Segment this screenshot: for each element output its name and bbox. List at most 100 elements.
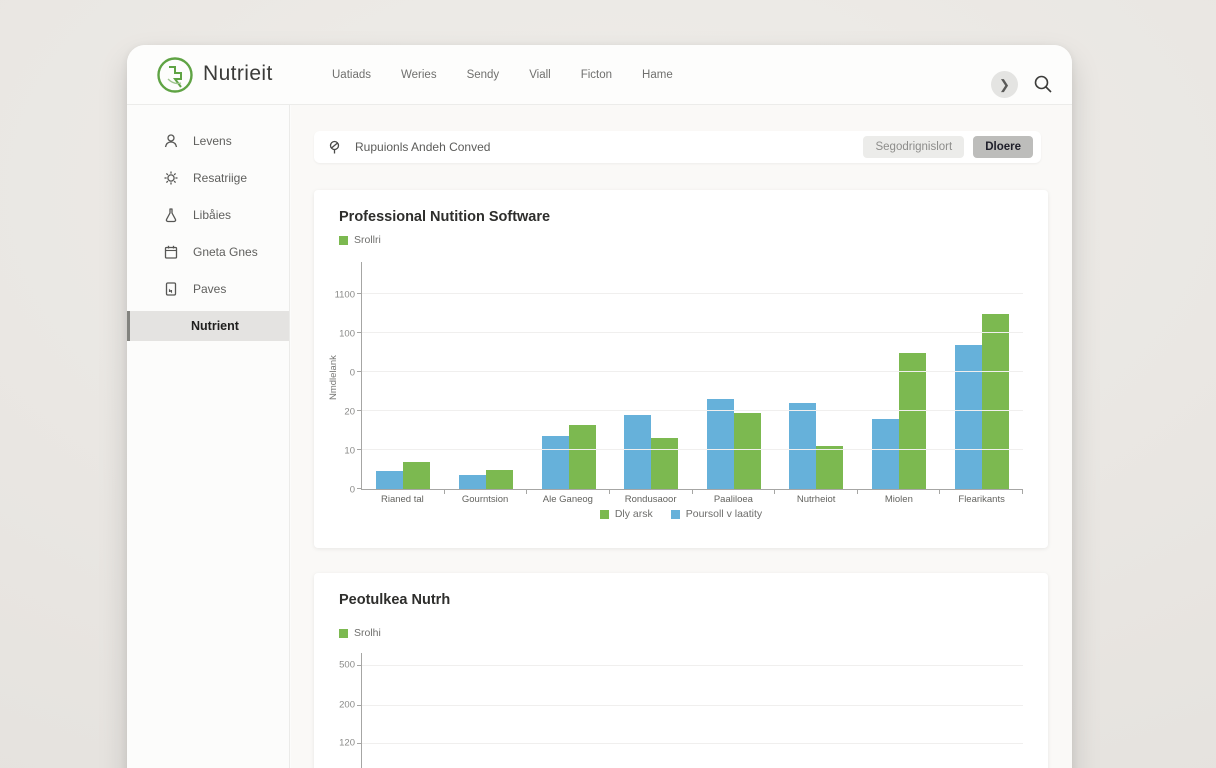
chart1-plot-area: 0102001001100 <box>361 262 1023 490</box>
calendar-icon <box>163 244 179 260</box>
x-tick-label: Nutrheiot <box>775 494 858 505</box>
bar-dly-arsk <box>816 446 843 489</box>
y-tick-mark <box>357 410 361 411</box>
nav-item-weries[interactable]: Weries <box>401 69 437 81</box>
y-tick-label: 20 <box>315 407 355 418</box>
chart1-legend-top: Srollri <box>339 234 381 246</box>
nav-item-uatiads[interactable]: Uatiads <box>332 69 371 81</box>
brand-name: Nutrieit <box>203 62 273 86</box>
sidebar-item-gneta-gnes[interactable]: Gneta Gnes <box>127 233 289 270</box>
legend-label: Dly arsk <box>615 508 653 520</box>
gridline <box>362 293 1023 294</box>
notification-secondary-button[interactable]: Segodrignislort <box>863 136 964 158</box>
gridline <box>362 665 1023 666</box>
chart2-legend-top: Srolhi <box>339 627 381 639</box>
sidebar-item-label: Levens <box>193 134 232 148</box>
gridline <box>362 332 1023 333</box>
legend-label: Srolhi <box>354 627 381 639</box>
y-tick-label: 0 <box>315 368 355 379</box>
y-tick-label: 120 <box>315 738 355 749</box>
bar-dly-arsk <box>403 462 430 489</box>
sidebar-item-resatriige[interactable]: Resatriige <box>127 159 289 196</box>
y-tick-mark <box>357 293 361 294</box>
gridline <box>362 449 1023 450</box>
chart1-title: Professional Nutition Software <box>339 209 550 225</box>
nav-item-viall[interactable]: Viall <box>529 69 551 81</box>
chart1-bars <box>362 262 1023 489</box>
header-nav: Uatiads Weries Sendy Viall Ficton Hame <box>332 45 673 105</box>
x-tick-label: Gourntsion <box>444 494 527 505</box>
bar-group-flearikants <box>940 262 1023 489</box>
chart2-title: Peotulkea Nutrh <box>339 592 450 608</box>
bar-poursoll-v-laatity <box>707 399 734 489</box>
sidebar-item-nutrient[interactable]: Nutrient <box>127 311 289 341</box>
search-icon[interactable] <box>1032 73 1054 95</box>
nav-item-ficton[interactable]: Ficton <box>581 69 612 81</box>
y-tick-label: 0 <box>315 485 355 496</box>
y-tick-label: 1100 <box>315 290 355 301</box>
bar-poursoll-v-laatity <box>542 436 569 489</box>
x-tick-label: Flearikants <box>940 494 1023 505</box>
chart-card-2: Peotulkea Nutrh Srolhi mlo 500200120 <box>314 573 1048 768</box>
y-tick-mark <box>357 488 361 489</box>
bar-group-gourntsion <box>445 262 528 489</box>
chart1-x-axis-labels: Rianed talGourntsionAle GaneogRondusaoor… <box>361 494 1023 505</box>
pin-icon <box>327 140 342 155</box>
header: Nutrieit Uatiads Weries Sendy Viall Ficton Ha… <box>127 45 1072 105</box>
flask-icon <box>163 207 179 223</box>
legend-swatch <box>671 510 680 519</box>
gridline <box>362 371 1023 372</box>
bar-dly-arsk <box>734 413 761 489</box>
sidebar-item-paves[interactable]: Paves <box>127 270 289 307</box>
sidebar-item-label: Paves <box>193 282 226 296</box>
sidebar-item-levens[interactable]: Levens <box>127 122 289 159</box>
sidebar-item-label: Resatriige <box>193 171 247 185</box>
nav-item-sendy[interactable]: Sendy <box>467 69 500 81</box>
brand-logo-icon <box>156 56 194 94</box>
bar-dly-arsk <box>651 438 678 489</box>
legend-item-srolhi: Srolhi <box>339 627 381 639</box>
legend-label: Srollri <box>354 234 381 246</box>
chart2-plot-area: 500200120 <box>361 653 1023 768</box>
sidebar: Levens Resatriige Libåies Gneta Gnes Paves Nu… <box>127 105 290 768</box>
x-tick-label: Ale Ganeog <box>527 494 610 505</box>
notification-dismiss-button[interactable]: Dloere <box>973 136 1033 158</box>
legend-item-dly-arsk: Dly arsk <box>600 508 653 520</box>
bar-poursoll-v-laatity <box>789 403 816 489</box>
chart-card-1: Professional Nutition Software Srollri N… <box>314 190 1048 548</box>
y-tick-mark <box>357 705 361 706</box>
bar-group-rianed-tal <box>362 262 445 489</box>
bar-poursoll-v-laatity <box>376 471 403 489</box>
app-window: Nutrieit Uatiads Weries Sendy Viall Ficton Ha… <box>127 45 1072 768</box>
gridline <box>362 410 1023 411</box>
bar-group-ale-ganeog <box>527 262 610 489</box>
y-tick-mark <box>357 449 361 450</box>
bar-dly-arsk <box>486 470 513 490</box>
y-tick-label: 500 <box>315 660 355 671</box>
y-tick-label: 100 <box>315 329 355 340</box>
legend-swatch <box>339 629 348 638</box>
bar-poursoll-v-laatity <box>955 345 982 489</box>
legend-swatch <box>339 236 348 245</box>
y-tick-mark <box>357 371 361 372</box>
sidebar-item-lib-ies[interactable]: Libåies <box>127 196 289 233</box>
bar-group-nutrheiot <box>775 262 858 489</box>
bar-dly-arsk <box>982 314 1009 490</box>
bar-poursoll-v-laatity <box>459 475 486 489</box>
nav-item-hame[interactable]: Hame <box>642 69 673 81</box>
sidebar-item-label: Nutrient <box>191 319 239 333</box>
file-icon <box>163 281 179 297</box>
gear-icon <box>163 170 179 186</box>
bar-poursoll-v-laatity <box>624 415 651 489</box>
x-tick-label: Rianed tal <box>361 494 444 505</box>
legend-label: Poursoll v laatity <box>686 508 762 520</box>
y-tick-label: 200 <box>315 700 355 711</box>
bar-dly-arsk <box>569 425 596 489</box>
x-tick-label: Rondusaoor <box>609 494 692 505</box>
gridline <box>362 743 1023 744</box>
sidebar-item-label: Gneta Gnes <box>193 245 258 259</box>
legend-item-poursoll-v-laatity: Poursoll v laatity <box>671 508 762 520</box>
legend-item-srollri: Srollri <box>339 234 381 246</box>
chevron-right-button[interactable]: ❯ <box>991 71 1018 98</box>
main-content: Rupuionls Andeh Conved Segodrignislort D… <box>291 105 1072 768</box>
